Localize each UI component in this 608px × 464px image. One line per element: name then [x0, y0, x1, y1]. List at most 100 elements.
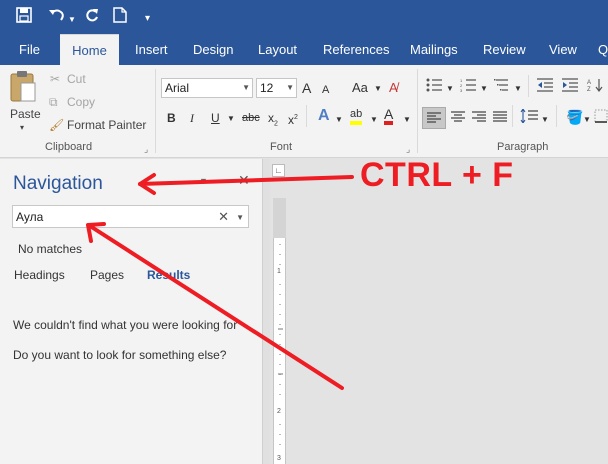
svg-text:Z: Z — [587, 87, 591, 92]
sort-icon[interactable]: AZ — [587, 78, 603, 97]
bold-button[interactable]: B — [167, 109, 176, 127]
redo-icon[interactable] — [84, 7, 100, 29]
subscript-button[interactable]: x2 — [268, 109, 278, 133]
align-left-button[interactable] — [422, 107, 446, 129]
search-options-icon[interactable]: ▼ — [236, 209, 244, 226]
undo-icon[interactable] — [48, 7, 66, 29]
paste-label[interactable]: Paste — [10, 107, 41, 121]
underline-button[interactable]: U — [211, 109, 220, 127]
format-painter-button[interactable]: Format Painter — [67, 118, 146, 132]
chevron-down-icon[interactable]: ▼ — [583, 111, 591, 129]
undo-dropdown-icon[interactable]: ▼ — [68, 10, 76, 30]
navigation-pane-title: Navigation — [13, 173, 103, 194]
pane-splitter[interactable] — [262, 159, 270, 464]
copy-button[interactable]: Copy — [67, 95, 95, 109]
document-area[interactable] — [287, 159, 608, 464]
font-size-value: 12 — [260, 81, 274, 95]
increase-indent-icon[interactable] — [562, 78, 578, 97]
divider — [417, 69, 418, 153]
chevron-down-icon[interactable]: ▼ — [541, 111, 549, 129]
borders-icon[interactable] — [594, 109, 608, 128]
close-icon[interactable]: ✕ — [238, 172, 250, 189]
search-input[interactable] — [16, 208, 216, 225]
multilevel-list-icon[interactable] — [494, 78, 510, 97]
font-color-button[interactable]: A — [384, 107, 394, 125]
new-document-icon[interactable] — [113, 7, 127, 29]
tab-insert[interactable]: Insert — [135, 34, 168, 65]
tab-mailings[interactable]: Mailings — [410, 34, 458, 65]
chevron-down-icon[interactable]: ▼ — [227, 110, 235, 128]
align-right-icon[interactable] — [472, 110, 486, 128]
font-group-label: Font — [270, 141, 293, 153]
chevron-down-icon[interactable]: ▼ — [446, 80, 454, 98]
ribbon: Paste ▾ ✂ Cut ⧉ Copy 🖌 Format Painter Cl… — [0, 65, 608, 158]
chevron-down-icon[interactable]: ▼ — [514, 80, 522, 98]
italic-button[interactable]: I — [190, 109, 194, 127]
clear-search-icon[interactable]: ✕ — [218, 208, 229, 225]
search-suggestion-message: Do you want to look for something else? — [13, 348, 227, 362]
search-box: ✕ ▼ — [12, 205, 249, 228]
highlight-button[interactable]: ab — [350, 107, 363, 125]
tab-pages[interactable]: Pages — [90, 268, 124, 282]
align-center-icon[interactable] — [451, 110, 465, 128]
chevron-down-icon[interactable]: ▼ — [370, 111, 378, 129]
cut-button[interactable]: Cut — [67, 72, 86, 86]
tab-tell-me[interactable]: Q — [598, 34, 608, 65]
tab-results[interactable]: Results — [147, 268, 190, 282]
paste-button[interactable] — [9, 69, 37, 106]
clipboard-launcher-icon[interactable]: ⌟ — [144, 144, 148, 155]
tab-review[interactable]: Review — [483, 34, 526, 65]
tab-design[interactable]: Design — [193, 34, 233, 65]
divider — [306, 105, 307, 127]
shrink-font-button[interactable]: A — [322, 81, 329, 99]
svg-text:1: 1 — [277, 268, 281, 275]
change-case-button[interactable]: Aa — [352, 79, 368, 97]
tab-references[interactable]: References — [323, 34, 389, 65]
line-spacing-icon[interactable] — [520, 108, 538, 128]
divider — [512, 105, 513, 127]
chevron-down-icon[interactable]: ▼ — [403, 111, 411, 129]
font-launcher-icon[interactable]: ⌟ — [406, 144, 410, 155]
pane-options-icon[interactable]: ▼ — [199, 176, 208, 186]
text-effects-button[interactable]: A — [318, 107, 330, 125]
justify-icon[interactable] — [493, 110, 507, 128]
divider — [155, 69, 156, 153]
font-size-select[interactable]: 12 ▼ — [256, 78, 297, 98]
chevron-down-icon: ▼ — [242, 83, 250, 92]
ruler-margin — [273, 198, 286, 238]
format-painter-icon: 🖌 — [49, 118, 65, 132]
svg-text:2: 2 — [277, 408, 281, 415]
svg-text:A: A — [587, 80, 591, 86]
chevron-down-icon[interactable]: ▼ — [335, 111, 343, 129]
tab-home[interactable]: Home — [60, 34, 119, 65]
decrease-indent-icon[interactable] — [537, 78, 553, 97]
paragraph-group-label: Paragraph — [497, 141, 549, 153]
title-bar: ▼ ▾ — [0, 0, 608, 34]
copy-icon: ⧉ — [49, 95, 58, 109]
tab-headings[interactable]: Headings — [14, 268, 65, 282]
shading-icon[interactable]: 🪣 — [566, 108, 583, 126]
grow-font-button[interactable]: A — [302, 79, 311, 97]
paste-dropdown-icon[interactable]: ▾ — [20, 123, 24, 132]
superscript-button[interactable]: x2 — [288, 109, 298, 129]
tab-file[interactable]: File — [19, 34, 40, 65]
tab-view[interactable]: View — [549, 34, 577, 65]
strikethrough-button[interactable]: abc — [242, 109, 260, 127]
tab-selector-icon[interactable]: ∟ — [272, 164, 285, 177]
clear-formatting-icon[interactable]: A̸ — [389, 79, 398, 97]
clipboard-icon — [10, 71, 36, 102]
numbering-icon[interactable]: 123 — [460, 78, 476, 97]
font-family-select[interactable]: Arial ▼ — [161, 78, 253, 98]
clipboard-group-label: Clipboard — [45, 141, 93, 153]
chevron-down-icon[interactable]: ▼ — [374, 80, 382, 98]
no-results-message: We couldn't find what you were looking f… — [13, 318, 238, 332]
svg-text:3: 3 — [277, 455, 281, 462]
save-icon[interactable] — [16, 7, 32, 29]
tab-layout[interactable]: Layout — [258, 34, 297, 65]
bullets-icon[interactable] — [426, 78, 442, 97]
ribbon-tabs: File Home Insert Design Layout Reference… — [0, 34, 608, 65]
divider — [556, 105, 557, 127]
customize-toolbar-icon[interactable]: ▾ — [145, 9, 150, 29]
svg-text:3: 3 — [460, 88, 463, 92]
chevron-down-icon[interactable]: ▼ — [480, 80, 488, 98]
